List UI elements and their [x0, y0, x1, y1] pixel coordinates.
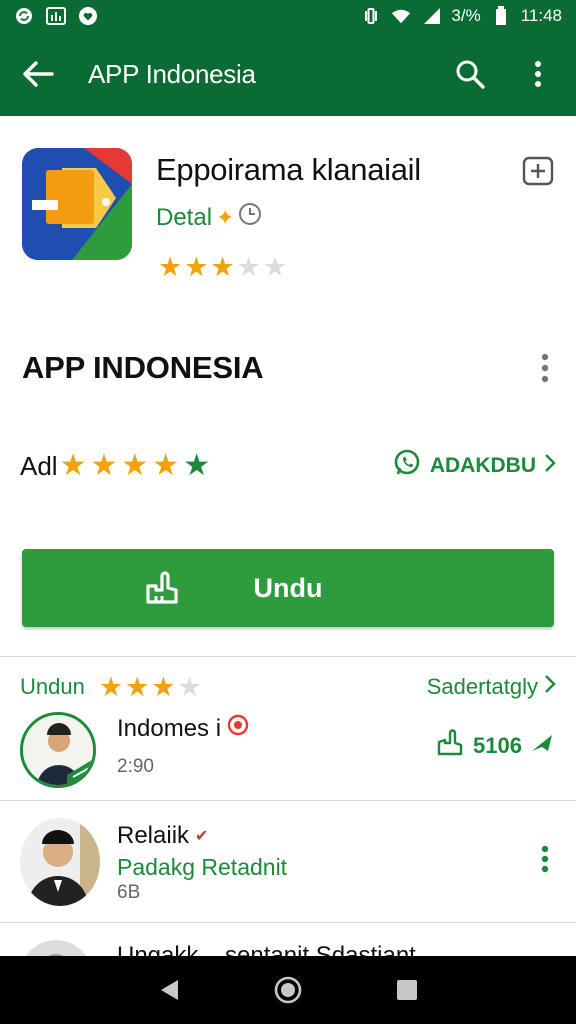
whatsapp-link[interactable]: ADAKDBU [392, 448, 556, 484]
star-icon: ★ [59, 449, 87, 482]
search-icon[interactable] [450, 54, 490, 94]
item-title-row: Relaiik ✔ [117, 822, 208, 850]
app-header: Eppoirama klanaiail Detal ✦ ★ ★ ★ ★ ★ [0, 130, 576, 290]
app-bar-title: APP Indonesia [88, 58, 256, 89]
item-title: Indomes i [117, 714, 222, 742]
list-item[interactable]: Relaiik ✔ Padakg Retadnit 6B [0, 812, 576, 924]
see-all-link[interactable]: Sadertatgly [427, 674, 556, 700]
item-count: 5106 [473, 733, 522, 758]
star-icon: ★ [184, 252, 209, 282]
star-icon: ★ [125, 671, 150, 702]
item-meta: 2:90 [117, 756, 154, 777]
sparkle-icon: ✦ [216, 204, 235, 230]
avatar [20, 712, 96, 788]
chevron-right-icon [544, 453, 556, 479]
clock-icon [238, 202, 262, 233]
section-header: APP INDONESIA [22, 348, 552, 388]
clock: 11:48 [520, 6, 562, 25]
item-title-row: Indomes i [117, 714, 249, 743]
star-empty-icon: ★ [177, 671, 202, 702]
check-icon: ✔ [195, 828, 209, 845]
see-all-label: Sadertatgly [426, 674, 538, 699]
reviews-header: Undun ★ ★ ★ ★ Sadertatgly [20, 672, 556, 702]
reviews-stars: ★ ★ ★ ★ [98, 671, 202, 702]
status-bar: 3/% 11:48 [0, 0, 576, 32]
wifi-icon [391, 6, 411, 26]
rating-stars: ★ ★ ★ ★ ★ [60, 451, 211, 481]
avatar [20, 940, 92, 956]
app-name: Eppoirama klanaiail [156, 152, 421, 187]
system-nav-bar [0, 956, 576, 1024]
star-empty-icon: ★ [236, 252, 261, 282]
whatsapp-label: ADAKDBU [429, 454, 536, 477]
record-icon [227, 714, 249, 743]
signal-icon [421, 6, 441, 26]
avatar [20, 818, 100, 906]
gallery-icon [46, 6, 66, 26]
item-subtitle: Padakg Retadnit [117, 854, 288, 880]
star-empty-icon: ★ [262, 252, 288, 282]
screen: 3/% 11:48 APP Indonesia Eppoirama klanai… [0, 0, 576, 1024]
whatsapp-icon [392, 448, 422, 484]
back-triangle-icon[interactable] [152, 973, 186, 1007]
item-title: Ungakk... sentanit Sdastiant [117, 942, 416, 956]
recents-square-icon[interactable] [390, 973, 424, 1007]
sync-icon [14, 6, 34, 26]
list-item[interactable]: Ungakk... sentanit Sdastiant [0, 934, 576, 956]
reviews-label: Undun [20, 674, 85, 699]
app-logo-icon[interactable] [22, 148, 132, 260]
star-icon: ★ [90, 449, 118, 482]
developer-name: Detal [156, 203, 213, 231]
more-vert-icon[interactable] [540, 844, 550, 879]
item-meta: 6B [117, 882, 141, 903]
vibrate-icon [361, 6, 381, 26]
item-stat[interactable]: 5106 [435, 728, 554, 764]
heart-icon [78, 6, 98, 26]
install-button[interactable]: Undu [22, 549, 554, 627]
app-rating: ★ ★ ★ ★ ★ [158, 254, 287, 281]
add-icon[interactable] [522, 156, 554, 188]
star-green-icon: ★ [183, 449, 211, 482]
rating-row: Adl ★ ★ ★ ★ ★ ADAKDBU [20, 446, 556, 486]
star-icon: ★ [152, 449, 180, 482]
download-hand-icon [142, 568, 182, 608]
star-icon: ★ [158, 252, 183, 282]
star-icon: ★ [151, 671, 176, 702]
rating-label: Adl [20, 450, 58, 481]
star-icon: ★ [98, 671, 124, 702]
app-bar: APP Indonesia [0, 32, 576, 116]
chevron-right-icon [544, 674, 556, 700]
star-icon: ★ [121, 449, 149, 482]
divider [0, 922, 576, 923]
section-title: APP INDONESIA [22, 350, 264, 385]
divider [0, 656, 576, 657]
back-arrow-icon[interactable] [18, 54, 58, 94]
send-arrow-icon [530, 731, 554, 761]
more-vert-icon[interactable] [518, 54, 558, 94]
battery-icon [491, 6, 511, 26]
star-icon: ★ [210, 252, 235, 282]
home-circle-icon[interactable] [271, 973, 305, 1007]
install-label: Undu [253, 572, 323, 603]
developer-row[interactable]: Detal ✦ [156, 202, 262, 233]
download-hand-icon [435, 728, 465, 764]
divider [0, 800, 576, 801]
battery-text: 3/% [451, 6, 481, 25]
more-vert-icon[interactable] [538, 351, 552, 385]
item-title: Relaiik [117, 822, 190, 849]
